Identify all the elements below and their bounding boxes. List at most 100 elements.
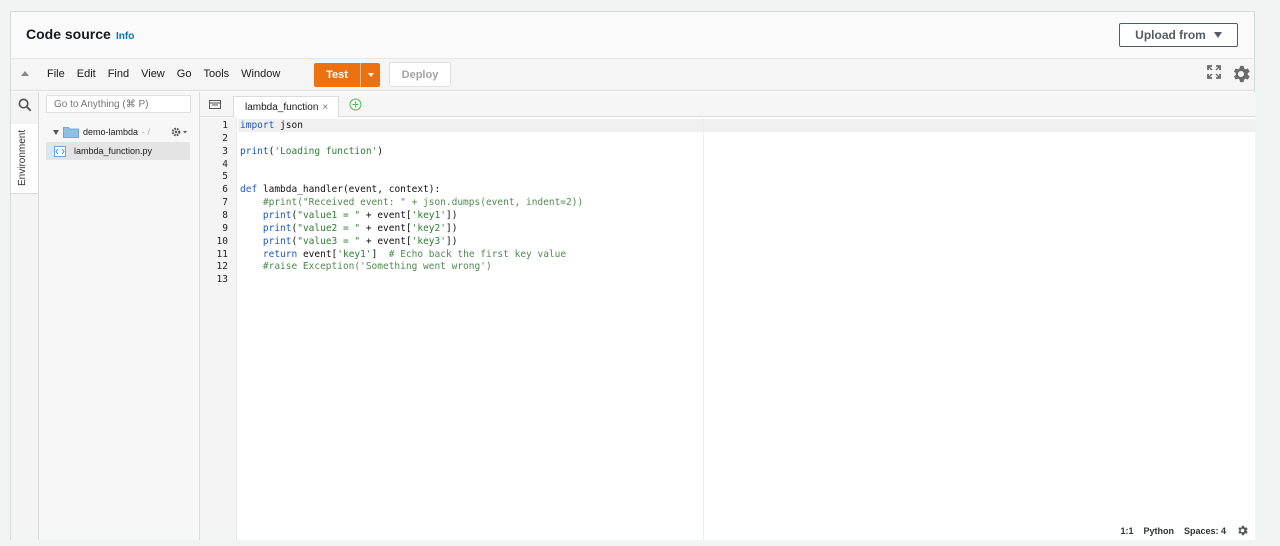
file-tree: demo-lambda - / lambda_function.py xyxy=(39,92,200,540)
python-file-icon xyxy=(54,146,66,157)
code-token: event[ xyxy=(297,248,338,260)
code-token: print xyxy=(262,222,292,234)
cursor-position[interactable]: 1:1 xyxy=(1120,526,1133,536)
code-token: json xyxy=(274,120,303,131)
code-token: + event[ xyxy=(360,209,412,221)
settings-gear-icon[interactable] xyxy=(1230,63,1252,85)
collapse-icon[interactable] xyxy=(21,71,29,76)
code-line: import json xyxy=(240,119,303,132)
code-line: return event['key1'] # Echo back the fir… xyxy=(240,248,566,261)
code-token: print xyxy=(262,209,292,221)
line-number-gutter: 1 2 3 4 5 6 7 8 9 10 11 12 13 xyxy=(200,118,237,540)
code-token: #raise Exception('Something went wrong') xyxy=(240,261,492,273)
menu-item-go[interactable]: Go xyxy=(177,68,192,80)
code-token: ]) xyxy=(445,235,458,247)
environment-label: Environment xyxy=(17,129,28,186)
code-editor: lambda_function × 1 2 3 4 5 6 7 8 9 10 11 12 13 impo… xyxy=(200,92,1255,540)
folder-icon xyxy=(63,127,79,138)
caret-down-icon xyxy=(1213,32,1222,38)
line-number: 2 xyxy=(222,132,228,144)
code-token: def xyxy=(240,184,258,196)
upload-from-button[interactable]: Upload from xyxy=(1119,23,1238,47)
add-tab-icon[interactable] xyxy=(349,98,362,111)
tab-label: lambda_function xyxy=(245,102,319,113)
expand-triangle-icon[interactable] xyxy=(53,129,59,135)
code-token: "value2 = " xyxy=(297,222,361,234)
code-token: # Echo back the first key value xyxy=(388,248,567,260)
code-line: #print("Received event: " + json.dumps(e… xyxy=(240,196,583,209)
upload-from-label: Upload from xyxy=(1135,28,1206,42)
status-bar: 1:1 Python Spaces: 4 xyxy=(1120,524,1249,537)
code-token: ] xyxy=(371,248,389,260)
ide-toolbar: File Edit Find View Go Tools Window Test… xyxy=(11,59,1254,91)
code-token: 'key2' xyxy=(411,222,446,234)
editor-tab-bar: lambda_function × xyxy=(200,92,1255,118)
deploy-button[interactable]: Deploy xyxy=(389,62,451,87)
line-number: 10 xyxy=(216,235,228,247)
line-number: 13 xyxy=(216,274,228,286)
close-tab-icon[interactable]: × xyxy=(322,102,328,113)
page-title: Code source xyxy=(26,26,111,42)
active-line-highlight xyxy=(238,119,1255,132)
sidebar-strip: Environment xyxy=(11,92,39,540)
line-number: 3 xyxy=(222,145,228,157)
file-lambda-function-py[interactable]: lambda_function.py xyxy=(46,142,190,160)
line-number: 8 xyxy=(222,209,228,221)
line-number: 11 xyxy=(216,248,228,260)
code-line: def lambda_handler(event, context): xyxy=(240,183,440,196)
code-token: + event[ xyxy=(360,222,412,234)
code-token: return xyxy=(262,248,298,260)
code-token: print xyxy=(240,145,269,157)
tab-lambda-function[interactable]: lambda_function × xyxy=(233,96,340,118)
test-button[interactable]: Test xyxy=(314,63,380,87)
menu-item-view[interactable]: View xyxy=(141,68,165,80)
code-token: + event[ xyxy=(360,235,412,247)
code-token: ) xyxy=(377,145,384,157)
code-token: 'key3' xyxy=(411,235,446,247)
tab-list-icon[interactable] xyxy=(209,100,221,111)
code-line: print("value3 = " + event['key3']) xyxy=(240,235,458,248)
code-line: print("value2 = " + event['key2']) xyxy=(240,222,458,235)
code-area[interactable] xyxy=(238,118,1255,540)
code-token: import xyxy=(240,120,275,131)
menu-item-file[interactable]: File xyxy=(47,68,65,80)
code-line: #raise Exception('Something went wrong') xyxy=(240,260,492,273)
test-label: Test xyxy=(314,63,361,87)
folder-path: - / xyxy=(142,127,151,137)
code-token: 'key1' xyxy=(411,209,446,221)
code-token: #print("Received event: " + json.dumps(e… xyxy=(240,197,584,209)
folder-name: demo-lambda xyxy=(83,127,139,137)
code-token: ]) xyxy=(445,209,458,221)
print-margin xyxy=(703,118,704,540)
code-token: "value3 = " xyxy=(297,235,361,247)
test-dropdown[interactable] xyxy=(361,63,380,87)
menu-item-edit[interactable]: Edit xyxy=(77,68,96,80)
menu-item-find[interactable]: Find xyxy=(108,68,129,80)
go-to-anything-input[interactable] xyxy=(46,95,191,113)
menu-bar: File Edit Find View Go Tools Window xyxy=(47,68,292,80)
info-link[interactable]: Info xyxy=(116,31,134,42)
editor-settings-gear-icon[interactable] xyxy=(1236,524,1249,537)
code-token: 'key1' xyxy=(337,248,372,260)
fullscreen-icon[interactable] xyxy=(1207,65,1221,79)
language-mode[interactable]: Python xyxy=(1143,526,1174,536)
code-source-panel: Code source Info Upload from File Edit F… xyxy=(10,11,1255,540)
caret-down-icon xyxy=(367,73,374,77)
line-number: 6 xyxy=(222,184,228,196)
code-line: print('Loading function') xyxy=(240,145,383,158)
indent-setting[interactable]: Spaces: 4 xyxy=(1184,526,1226,536)
file-name: lambda_function.py xyxy=(74,146,153,156)
menu-item-window[interactable]: Window xyxy=(241,68,280,80)
tab-environment[interactable]: Environment xyxy=(11,124,38,194)
menu-item-tools[interactable]: Tools xyxy=(203,68,229,80)
panel-header: Code source Info Upload from xyxy=(11,12,1254,59)
folder-demo-lambda[interactable]: demo-lambda - / xyxy=(53,126,188,138)
line-number: 4 xyxy=(222,158,228,170)
line-number: 5 xyxy=(222,171,228,183)
line-number: 7 xyxy=(222,197,228,209)
search-icon[interactable] xyxy=(18,98,32,112)
folder-settings-gear-icon[interactable] xyxy=(170,126,188,138)
